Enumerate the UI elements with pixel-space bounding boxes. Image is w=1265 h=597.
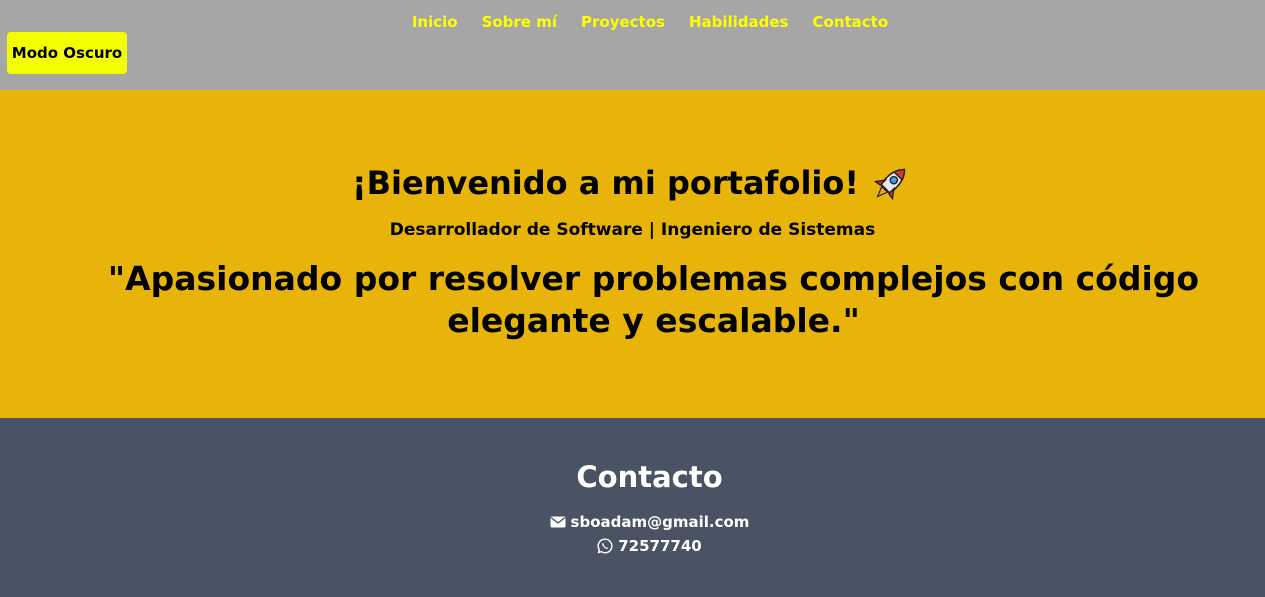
dark-mode-button[interactable]: Modo Oscuro bbox=[7, 32, 127, 74]
rocket-icon bbox=[873, 168, 906, 201]
envelope-icon bbox=[550, 516, 566, 528]
contact-section: Contacto sboadam@gmail.com 72577740 bbox=[0, 418, 1265, 597]
nav-link-inicio[interactable]: Inicio bbox=[412, 12, 458, 32]
nav-link-habilidades[interactable]: Habilidades bbox=[689, 12, 789, 32]
hero-section: ¡Bienvenido a mi portafolio! Desarrollad… bbox=[0, 90, 1265, 418]
contact-email[interactable]: sboadam@gmail.com bbox=[0, 510, 1265, 534]
nav-link-proyectos[interactable]: Proyectos bbox=[581, 12, 665, 32]
hero-title: ¡Bienvenido a mi portafolio! bbox=[352, 164, 859, 202]
nav-link-sobre-mi[interactable]: Sobre mí bbox=[482, 12, 557, 32]
nav-links: Inicio Sobre mí Proyectos Habilidades Co… bbox=[0, 12, 1265, 32]
hero-subtitle: Desarrollador de Software | Ingeniero de… bbox=[389, 220, 876, 240]
contact-phone[interactable]: 72577740 bbox=[0, 534, 1265, 558]
hero-quote: "Apasionado por resolver problemas compl… bbox=[107, 259, 1200, 340]
nav-link-contacto[interactable]: Contacto bbox=[813, 12, 889, 32]
whatsapp-icon bbox=[597, 538, 613, 554]
contact-phone-text: 72577740 bbox=[618, 537, 702, 555]
contact-email-text: sboadam@gmail.com bbox=[570, 513, 750, 531]
navbar: Inicio Sobre mí Proyectos Habilidades Co… bbox=[0, 0, 1265, 90]
hero-title-row: ¡Bienvenido a mi portafolio! bbox=[352, 160, 913, 206]
contact-title: Contacto bbox=[576, 460, 723, 494]
contact-list: sboadam@gmail.com 72577740 bbox=[0, 510, 1265, 558]
